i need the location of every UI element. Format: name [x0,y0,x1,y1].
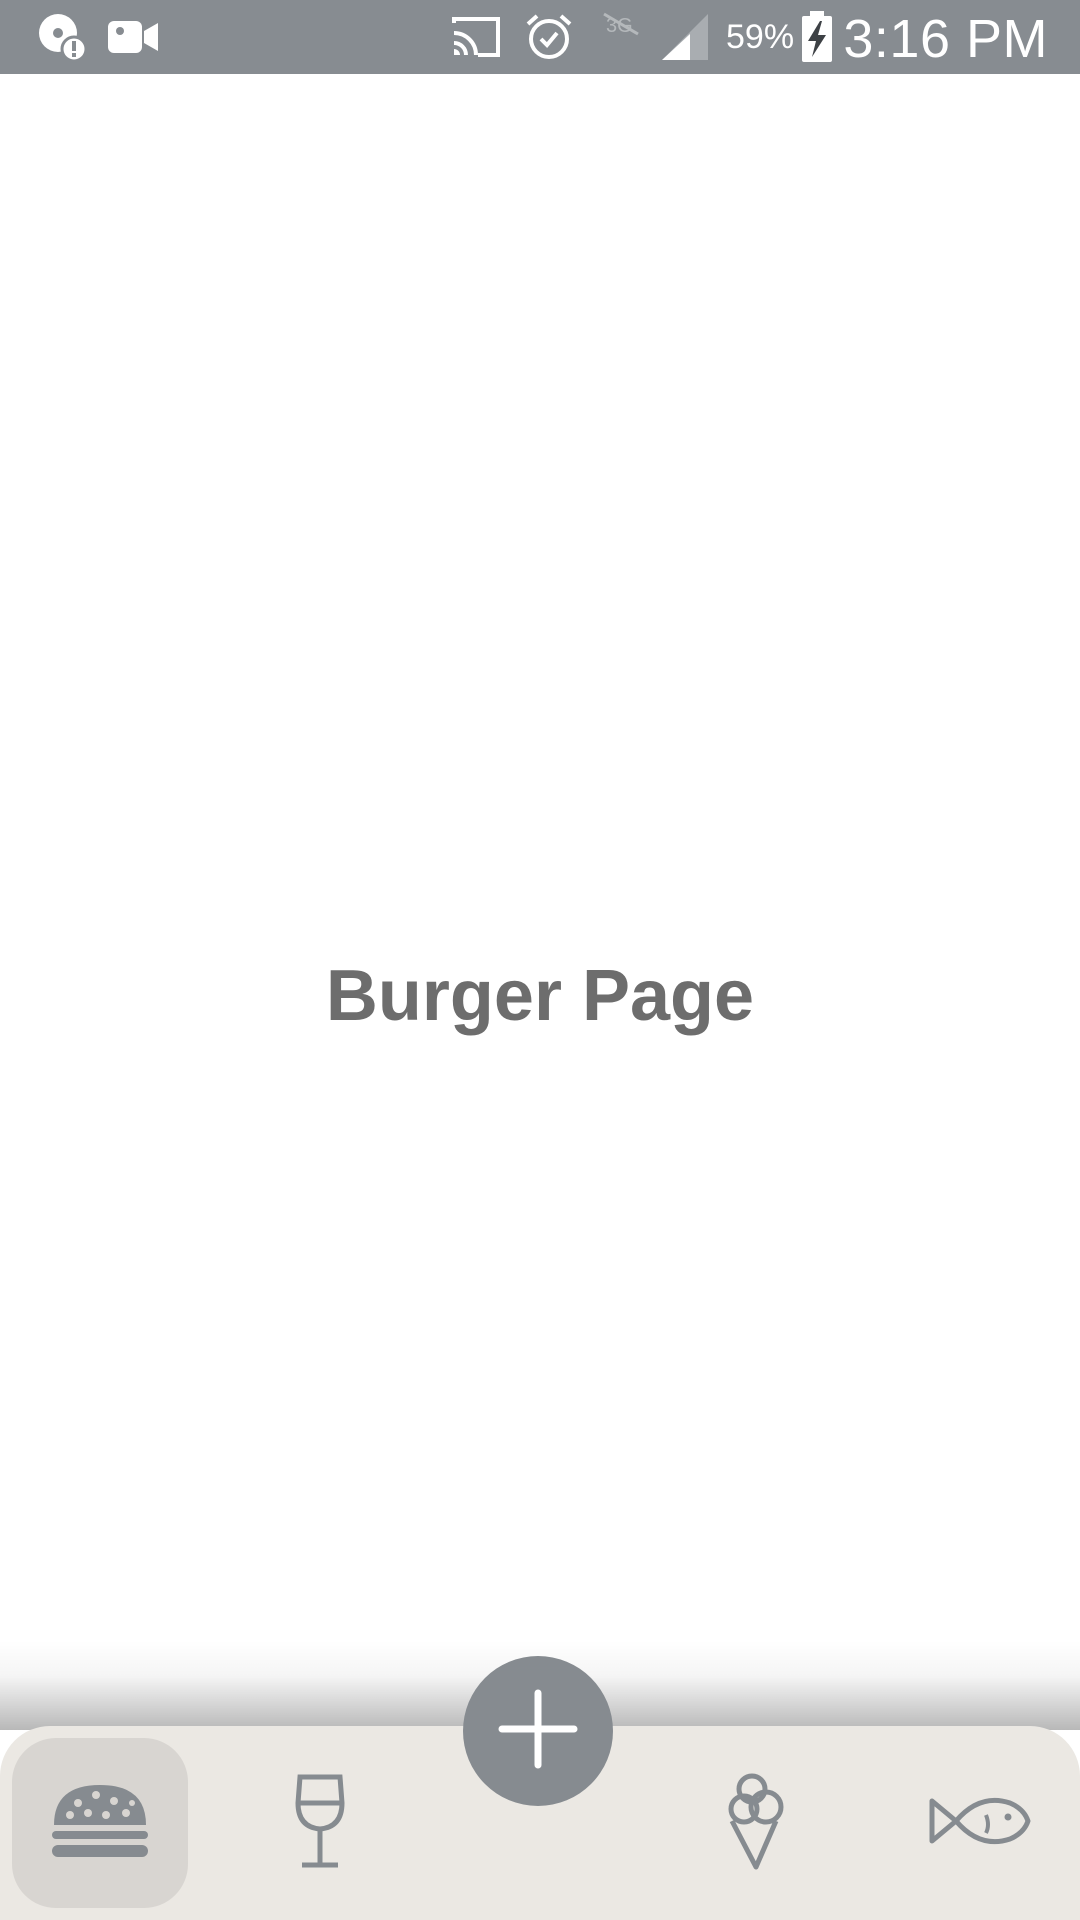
wine-glass-icon [290,1773,350,1874]
video-camera-icon [106,0,160,74]
fish-icon [928,1791,1032,1856]
alarm-icon [524,0,574,74]
status-time: 3:16 PM [843,9,1048,69]
battery-percent: 59% [726,18,795,56]
nav-item-ice-cream[interactable] [670,1738,846,1908]
status-bar: 3G 59% 3:16 PM [0,0,1080,74]
burger-icon [48,1781,152,1866]
disc-alert-icon [36,0,88,74]
page-title: Burger Page [325,956,755,1036]
nav-item-burger[interactable] [12,1738,188,1908]
cast-icon [450,0,502,74]
nav-item-wine[interactable] [232,1738,408,1908]
add-button[interactable] [463,1656,613,1806]
nav-item-fish[interactable] [892,1738,1068,1908]
battery-charging-icon [800,0,834,74]
no-3g-icon: 3G [602,0,642,74]
signal-icon [660,0,710,74]
ice-cream-icon [726,1771,790,1876]
plus-icon [498,1689,578,1774]
